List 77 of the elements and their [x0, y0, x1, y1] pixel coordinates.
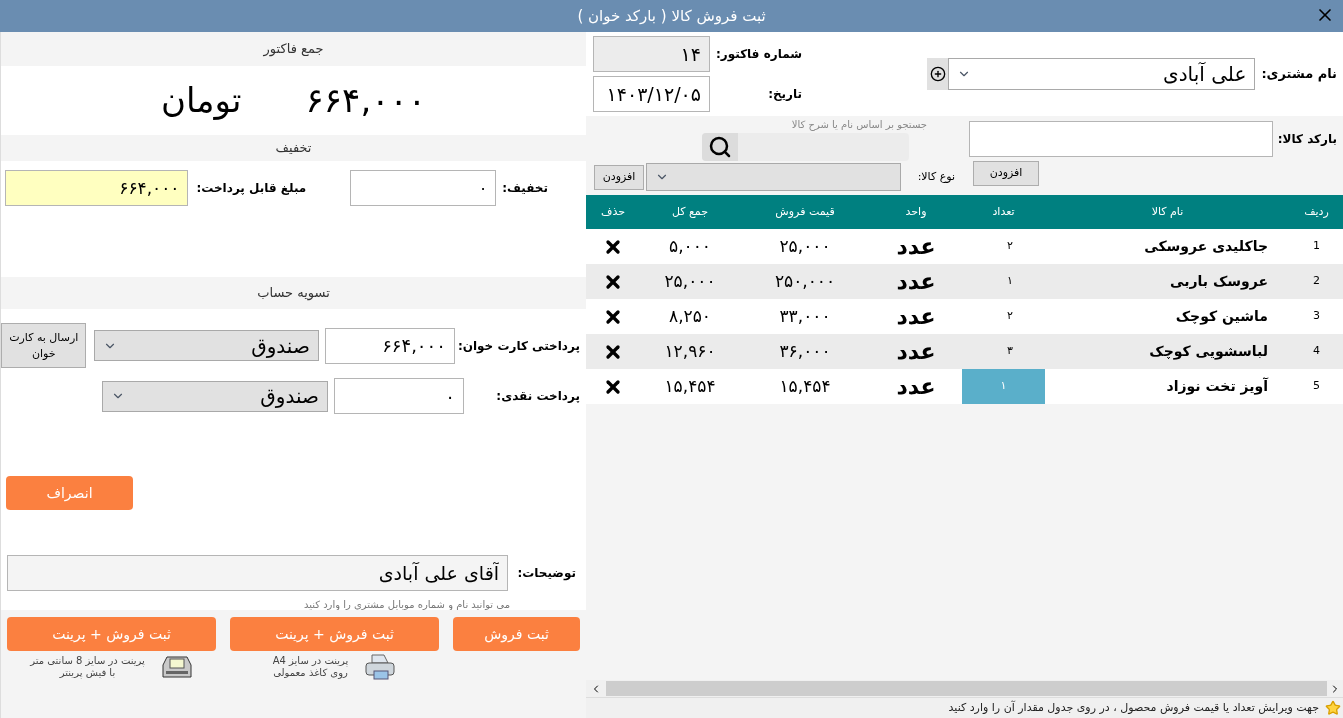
print-caption: پرینت در سایز A4 روی کاغذ معمولی — [272, 654, 349, 680]
field-label: مبلغ قابل پرداخت: — [196, 180, 307, 197]
field-label: نوع کالا: — [916, 168, 955, 185]
column-header: قیمت فروش — [774, 203, 836, 220]
section-heading: تخفیف — [275, 139, 312, 158]
unit-cell-text: عدد — [895, 233, 937, 261]
product-name: ماشین کوچک — [1174, 307, 1269, 327]
currency-label: تومان — [161, 79, 242, 122]
table-cell-text: 4 — [1312, 343, 1321, 360]
field-label: شماره فاکتور: — [716, 46, 802, 63]
horizontal-scrollbar[interactable] — [586, 680, 1343, 697]
dropdown[interactable]: علی آبادی — [948, 58, 1256, 90]
unit-cell-text: عدد — [895, 373, 937, 401]
dropdown[interactable]: صندوق — [102, 380, 328, 412]
input-field[interactable]: ۱۴ — [593, 36, 710, 72]
table-cell-text: 3 — [1312, 308, 1321, 325]
total-cell-text: ۵,۰۰۰ — [668, 234, 712, 258]
input-field[interactable]: ۱۴۰۳/۱۲/۰۵ — [593, 76, 710, 112]
price-cell[interactable]: ۳۶,۰۰۰ — [740, 338, 870, 365]
search-icon — [708, 135, 732, 159]
section-heading: تسویه حساب — [257, 284, 330, 303]
field-label: تخفیف: — [502, 180, 548, 197]
field-label: نام مشتری: — [1261, 65, 1337, 84]
field-label: تاریخ: — [767, 86, 802, 103]
payable-field[interactable]: ۶۶۴,۰۰۰ — [5, 170, 189, 206]
column-header: ردیف — [1303, 203, 1330, 220]
search-hint: جستجو بر اساس نام یا شرح کالا — [790, 118, 927, 132]
printer-icon — [160, 653, 193, 681]
field-label: پرداختی کارت خوان: — [458, 337, 580, 355]
column-header: نام کالا — [1150, 203, 1185, 220]
dropdown[interactable]: صندوق — [94, 330, 319, 361]
quantity-cell[interactable]: ۳ — [962, 334, 1045, 369]
unit-cell-text: عدد — [895, 338, 937, 366]
add-button[interactable]: افزودن — [973, 161, 1039, 186]
total-cell-text: ۸,۲۵۰ — [668, 304, 712, 328]
column-header: حذف — [600, 203, 626, 220]
field-label: بارکد کالا: — [1277, 131, 1337, 148]
window-title: ثبت فروش کالا ( بارکد خوان ) — [577, 5, 766, 27]
table-cell-text: 2 — [1312, 273, 1321, 290]
input-field[interactable]: ۶۶۴,۰۰۰ — [324, 327, 455, 364]
product-name: جاکلیدی عروسکی — [1143, 237, 1269, 257]
total-cell-text: ۱۵,۴۵۴ — [663, 374, 717, 398]
price-cell[interactable]: ۱۵,۴۵۴ — [740, 373, 870, 400]
notes-field[interactable]: آقای علی آبادی — [7, 555, 508, 591]
search-field[interactable] — [702, 133, 909, 161]
price-cell[interactable]: ۳۳,۰۰۰ — [740, 303, 870, 330]
field-label: پرداخت نقدی: — [495, 388, 580, 405]
input-field[interactable]: ۰ — [334, 378, 464, 414]
column-header: تعداد — [991, 203, 1016, 220]
table-cell-text: 1 — [1312, 238, 1321, 255]
price-cell[interactable]: ۲۵۰,۰۰۰ — [740, 268, 870, 295]
section-heading: جمع فاکتور — [263, 40, 324, 59]
product-name: آویز تخت نوزاد — [1165, 376, 1270, 397]
total-cell-text: ۲۵,۰۰۰ — [663, 269, 717, 293]
total-cell-text: ۱۲,۹۶۰ — [663, 339, 717, 363]
add-icon[interactable] — [927, 58, 949, 90]
print-caption: پرینت در سایز 8 سانتی متر با فیش پرینتر — [30, 654, 145, 680]
card-reader-button[interactable]: ارسال به کارت خوان — [1, 323, 87, 368]
column-header: جمع کل — [670, 203, 710, 220]
printer-icon — [364, 653, 397, 681]
quantity-cell[interactable]: ۲ — [962, 299, 1045, 334]
barcode-field[interactable] — [969, 121, 1273, 157]
quantity-cell[interactable]: ۱ — [962, 264, 1045, 299]
input-field[interactable]: ۰ — [350, 170, 497, 206]
unit-cell-text: عدد — [895, 303, 937, 331]
star-icon — [1325, 700, 1341, 716]
price-cell[interactable]: ۲۵,۰۰۰ — [740, 233, 870, 260]
column-header: واحد — [904, 203, 928, 220]
status-text: جهت ویرایش تعداد یا قیمت فروش محصول ، در روی جدول مقدار آن را وارد کنید — [948, 699, 1319, 716]
table-cell-text: 5 — [1312, 378, 1321, 395]
unit-cell-text: عدد — [895, 268, 937, 296]
product-name: لباسشویی کوچک — [1148, 342, 1269, 362]
invoice-total: ۶۶۴,۰۰۰ — [305, 79, 426, 122]
product-name: عروسک باربی — [1169, 272, 1269, 292]
field-label: توضیحات: — [516, 565, 576, 582]
quantity-cell[interactable]: ۲ — [962, 229, 1045, 264]
add-button[interactable]: افزودن — [594, 164, 644, 190]
